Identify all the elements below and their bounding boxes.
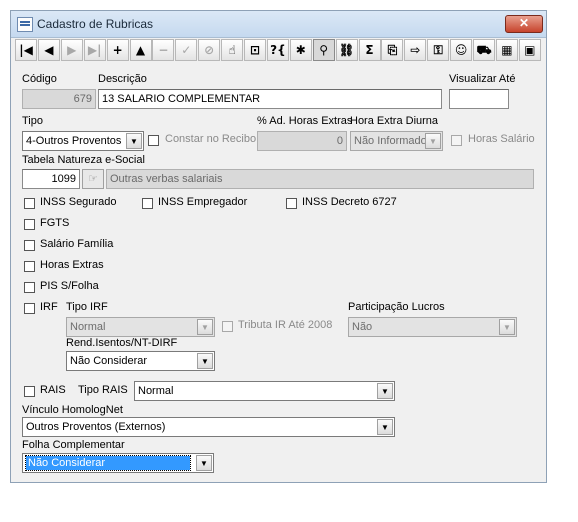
vinculo-value: Outros Proventos (Externos): [26, 421, 166, 433]
codigo-label: Código: [22, 73, 57, 85]
inss-decreto-label: INSS Decreto 6727: [302, 196, 397, 208]
title-bar[interactable]: Cadastro de Rubricas ✕: [11, 11, 546, 38]
chevron-down-icon[interactable]: ▼: [377, 383, 393, 399]
participacao-select[interactable]: Não ▼: [348, 317, 517, 337]
filter-button[interactable]: ⊡: [244, 39, 266, 61]
horas-salario-label: Horas Salário: [468, 133, 535, 145]
tabela-natureza-group: 1099 ☞ Outras verbas salariais: [22, 169, 534, 189]
folha-comp-select[interactable]: Não Considerar ▼: [22, 453, 214, 473]
insert-button[interactable]: +: [106, 39, 129, 61]
inss-empregador-checkbox[interactable]: [142, 198, 153, 209]
tributa-ir-checkbox[interactable]: [222, 321, 233, 332]
irf-label: IRF: [40, 301, 58, 313]
pis-checkbox[interactable]: [24, 282, 35, 293]
tipo-irf-value: Normal: [70, 321, 106, 333]
rais-label: RAIS: [40, 384, 66, 396]
vinculo-label: Vínculo HomologNet: [22, 404, 123, 416]
participacao-value: Não: [352, 321, 373, 333]
lookup-icon[interactable]: ☞: [82, 169, 104, 189]
exit-button[interactable]: ▣: [518, 39, 541, 61]
hora-diurna-label: Hora Extra Diurna: [350, 115, 439, 127]
grid-button[interactable]: ▦: [495, 39, 518, 61]
salario-familia-label: Salário Família: [40, 238, 114, 250]
tipo-select[interactable]: 4-Outros Proventos ▼: [22, 131, 144, 151]
chevron-down-icon[interactable]: ▼: [197, 319, 213, 335]
post-button[interactable]: ✓: [175, 39, 198, 61]
next-record-button[interactable]: ▶: [60, 39, 83, 61]
inss-segurado-checkbox[interactable]: [24, 198, 35, 209]
constar-recibo-checkbox[interactable]: [148, 135, 159, 146]
delete-button[interactable]: −: [152, 39, 175, 61]
hand-button[interactable]: ☝: [221, 39, 244, 61]
fgts-checkbox[interactable]: [24, 219, 35, 230]
tributa-ir-label: Tributa IR Até 2008: [238, 319, 333, 331]
tipo-rais-select[interactable]: Normal ▼: [134, 381, 395, 401]
tipo-rais-label: Tipo RAIS: [78, 384, 128, 396]
visualizar-label: Visualizar Até: [449, 73, 516, 85]
tipo-label: Tipo: [22, 115, 43, 127]
cancel-button[interactable]: ⊘: [198, 39, 221, 61]
constar-recibo-label: Constar no Recibo: [165, 133, 257, 145]
chevron-down-icon[interactable]: ▼: [499, 319, 515, 335]
inss-decreto-checkbox[interactable]: [286, 198, 297, 209]
vinculo-select[interactable]: Outros Proventos (Externos) ▼: [22, 417, 395, 437]
descricao-field[interactable]: 13 SALARIO COMPLEMENTAR: [98, 89, 442, 109]
folha-comp-value: Não Considerar: [25, 455, 191, 471]
tabela-natureza-text-field: Outras verbas salariais: [106, 169, 534, 189]
rend-isentos-label: Rend.Isentos/NT-DIRF: [66, 337, 178, 349]
users-button[interactable]: ☺: [450, 39, 473, 61]
rend-isentos-select[interactable]: Não Considerar ▼: [66, 351, 215, 371]
ad-horas-field[interactable]: 0: [257, 131, 347, 151]
tipo-irf-label: Tipo IRF: [66, 301, 108, 313]
window-icon: [17, 17, 33, 32]
chevron-down-icon[interactable]: ▼: [197, 353, 213, 369]
descricao-label: Descrição: [98, 73, 147, 85]
hora-diurna-value: Não Informado: [354, 135, 427, 147]
hora-diurna-select[interactable]: Não Informado ▼: [350, 131, 443, 151]
close-button[interactable]: ✕: [505, 15, 543, 33]
sum-button[interactable]: Σ: [358, 39, 381, 61]
chevron-down-icon[interactable]: ▼: [377, 419, 393, 435]
folha-comp-label: Folha Complementar: [22, 439, 125, 451]
inss-segurado-label: INSS Segurado: [40, 196, 117, 208]
ad-horas-label: % Ad. Horas Extras: [257, 115, 353, 127]
prev-record-button[interactable]: ◀: [37, 39, 60, 61]
window-title: Cadastro de Rubricas: [37, 17, 154, 31]
search-button[interactable]: ⚲: [312, 39, 335, 61]
export-button[interactable]: ⇨: [404, 39, 427, 61]
edit-button[interactable]: ▲: [129, 39, 152, 61]
last-record-button[interactable]: ▶|: [83, 39, 106, 61]
irf-checkbox[interactable]: [24, 303, 35, 314]
rubricas-window: Cadastro de Rubricas ✕ |◀ ◀ ▶ ▶| + ▲ − ✓ ⊘ ☝ ⊡ ?{✱ ⚲…: [10, 10, 547, 483]
tools-button[interactable]: ✱: [289, 39, 312, 61]
tabela-natureza-code-field[interactable]: 1099: [22, 169, 80, 189]
rend-isentos-value: Não Considerar: [70, 355, 148, 367]
copy-button[interactable]: ⎘: [381, 39, 404, 61]
horas-extras-label: Horas Extras: [40, 259, 104, 271]
fgts-label: FGTS: [40, 217, 70, 229]
visualizar-field[interactable]: [449, 89, 509, 109]
tabela-natureza-label: Tabela Natureza e-Social: [22, 154, 145, 166]
chevron-down-icon[interactable]: ▼: [126, 133, 142, 149]
tipo-rais-value: Normal: [138, 385, 174, 397]
tipo-irf-select[interactable]: Normal ▼: [66, 317, 215, 337]
participacao-label: Participação Lucros: [348, 301, 445, 313]
chevron-down-icon[interactable]: ▼: [196, 455, 212, 471]
salario-familia-checkbox[interactable]: [24, 240, 35, 251]
rais-checkbox[interactable]: [24, 386, 35, 397]
pis-label: PIS S/Folha: [40, 280, 99, 292]
horas-salario-checkbox[interactable]: [451, 135, 462, 146]
car-button[interactable]: ⛟: [473, 39, 495, 61]
key-button[interactable]: ⚿: [427, 39, 450, 61]
first-record-button[interactable]: |◀: [15, 39, 37, 61]
query-button[interactable]: ?{: [266, 39, 289, 61]
toolbar: |◀ ◀ ▶ ▶| + ▲ − ✓ ⊘ ☝ ⊡ ?{✱ ⚲ ⛓ Σ ⎘ ⇨ ⚿ ☺ ⛟ ▦ ▣: [15, 39, 542, 63]
chevron-down-icon[interactable]: ▼: [425, 133, 441, 149]
tipo-value: 4-Outros Proventos: [26, 135, 122, 147]
tree-button[interactable]: ⛓: [335, 39, 358, 61]
inss-empregador-label: INSS Empregador: [158, 196, 248, 208]
horas-extras-checkbox[interactable]: [24, 261, 35, 272]
codigo-field[interactable]: 679: [22, 89, 96, 109]
